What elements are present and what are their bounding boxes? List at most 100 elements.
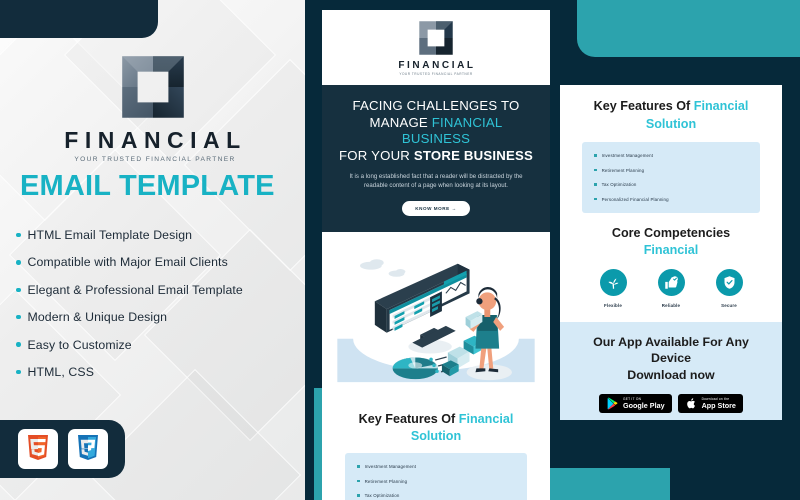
app-store-button[interactable]: Download on the App Store xyxy=(677,394,743,413)
feature-label: Compatible with Major Email Clients xyxy=(27,255,228,270)
features-heading-line2: Solution xyxy=(410,429,462,443)
feature-label: Investment Management xyxy=(364,464,417,469)
features-heading-line2: Solution xyxy=(645,116,697,131)
brand-logo-block: FINANCIAL YOUR TRUSTED FINANCIAL PARTNER xyxy=(0,52,305,163)
list-item: Investment Management xyxy=(357,464,515,469)
core-competencies-list: Flexible Reliable Secure xyxy=(560,259,782,308)
thumbs-up-check-icon xyxy=(664,275,678,289)
brand-tagline: YOUR TRUSTED FINANCIAL PARTNER xyxy=(74,156,236,163)
core-icon-circle xyxy=(657,268,685,296)
list-item: Retirement Planning xyxy=(594,168,748,173)
html5-badge-tile xyxy=(17,429,58,469)
feature-label: Tax Optimization xyxy=(364,493,400,498)
store-big-label: Google Play xyxy=(623,401,665,411)
core-heading-text: Core Competencies xyxy=(611,225,731,240)
know-more-button[interactable]: KNOW MORE → xyxy=(402,201,470,216)
feature-label: Easy to Customize xyxy=(27,337,132,352)
core-competencies-heading: Core Competencies Financial xyxy=(560,213,782,259)
bullet-square-icon xyxy=(594,197,597,201)
bullet-square-icon xyxy=(357,465,360,468)
core-icon-circle xyxy=(599,268,627,296)
apple-icon xyxy=(686,398,695,409)
hero-illustration-block xyxy=(322,232,550,400)
page-title: EMAIL TEMPLATE xyxy=(20,170,275,202)
features-list-box: Investment Management Retirement Plannin… xyxy=(345,453,527,500)
features-heading-plain: Key Features Of xyxy=(358,412,459,426)
brand-tagline: YOUR TRUSTED FINANCIAL PARTNER xyxy=(399,72,473,76)
features-heading: Key Features Of Financial Solution xyxy=(560,85,782,142)
feature-label: HTML, CSS xyxy=(27,364,94,379)
core-item-reliable[interactable]: Reliable xyxy=(643,268,699,308)
bullet-dot-icon xyxy=(16,314,21,320)
bullet-dot-icon xyxy=(16,232,21,238)
core-icon-circle xyxy=(715,268,743,296)
css3-icon xyxy=(77,435,98,460)
hero-subtext: It is a long established fact that a rea… xyxy=(349,173,523,189)
store-big-label: App Store xyxy=(701,401,736,411)
core-item-flexible[interactable]: Flexible xyxy=(585,268,641,308)
bullet-square-icon xyxy=(357,494,360,497)
core-item-label: Secure xyxy=(721,302,737,308)
cube-logo-icon xyxy=(121,56,184,118)
list-item: Modern & Unique Design xyxy=(16,310,296,324)
bullet-dot-icon xyxy=(16,369,21,375)
list-item: Tax Optimization xyxy=(594,182,748,187)
bullet-square-icon xyxy=(594,154,597,157)
top-left-accent-shape xyxy=(0,0,158,38)
headline-line-3-plain: FOR YOUR xyxy=(339,147,414,163)
app-download-heading: Our App Available For Any Device Downloa… xyxy=(572,334,770,384)
features-heading-accent: Financial xyxy=(693,99,749,113)
css3-badge-tile xyxy=(67,429,108,469)
brand-name: FINANCIAL xyxy=(64,127,247,153)
bullet-dot-icon xyxy=(16,287,21,293)
core-item-label: Flexible xyxy=(604,302,622,308)
email-hero-section: FACING CHALLENGES TO MANAGE FINANCIAL BU… xyxy=(322,85,550,232)
headline-line-3-bold: STORE BUSINESS xyxy=(413,147,533,163)
features-heading-accent: Financial xyxy=(458,412,514,426)
store-label-group: GET IT ON Google Play xyxy=(623,397,665,411)
email-preview-center: FINANCIAL YOUR TRUSTED FINANCIAL PARTNER… xyxy=(322,10,550,500)
bullet-dot-icon xyxy=(16,260,21,265)
features-heading: Key Features Of Financial Solution xyxy=(322,400,550,453)
list-item: Retirement Planning xyxy=(357,479,515,484)
email-header-logo-bar: FINANCIAL YOUR TRUSTED FINANCIAL PARTNER xyxy=(322,10,550,85)
features-list-box: Investment Management Retirement Plannin… xyxy=(582,142,760,213)
list-item: Compatible with Major Email Clients xyxy=(16,255,296,269)
list-item: Easy to Customize xyxy=(16,338,296,352)
brand-name: FINANCIAL xyxy=(398,60,476,71)
sprout-growth-icon xyxy=(608,277,618,289)
hero-headline: FACING CHALLENGES TO MANAGE FINANCIAL BU… xyxy=(334,98,538,164)
cube-logo-icon xyxy=(419,21,453,55)
feature-label: HTML Email Template Design xyxy=(27,228,193,242)
feature-label: Investment Management xyxy=(601,153,654,158)
bullet-dot-icon xyxy=(16,342,21,347)
app-download-section: Our App Available For Any Device Downloa… xyxy=(560,321,782,420)
headline-line-2-plain: MANAGE xyxy=(369,114,432,130)
top-right-accent-shape xyxy=(577,0,800,57)
list-item: Personalized Financial Planning xyxy=(594,197,748,202)
left-showcase-panel: FINANCIAL YOUR TRUSTED FINANCIAL PARTNER… xyxy=(0,0,305,500)
bullet-square-icon xyxy=(594,168,597,172)
bullet-square-icon xyxy=(594,183,597,186)
store-label-group: Download on the App Store xyxy=(701,397,736,411)
app-heading-line2: Download now xyxy=(627,367,715,382)
feature-label: Retirement Planning xyxy=(364,478,408,484)
google-play-icon xyxy=(607,397,618,410)
shield-check-icon xyxy=(724,275,734,289)
feature-list: HTML Email Template Design Compatible wi… xyxy=(16,228,296,392)
feature-label: Tax Optimization xyxy=(601,182,637,187)
core-heading-accent: Financial xyxy=(643,242,699,257)
feature-label: Modern & Unique Design xyxy=(27,310,168,325)
core-item-secure[interactable]: Secure xyxy=(701,268,757,308)
core-item-label: Reliable xyxy=(661,302,681,308)
html5-icon xyxy=(27,435,48,460)
feature-label: Personalized Financial Planning xyxy=(601,196,669,202)
list-item: HTML, CSS xyxy=(16,365,296,379)
feature-label: Retirement Planning xyxy=(601,167,645,173)
headline-line-1: FACING CHALLENGES TO xyxy=(352,98,520,113)
google-play-button[interactable]: GET IT ON Google Play xyxy=(599,394,672,413)
bullet-square-icon xyxy=(357,479,360,483)
feature-label: Elegant & Professional Email Template xyxy=(27,282,243,297)
list-item: Tax Optimization xyxy=(357,493,515,498)
features-heading-plain: Key Features Of xyxy=(593,99,694,113)
